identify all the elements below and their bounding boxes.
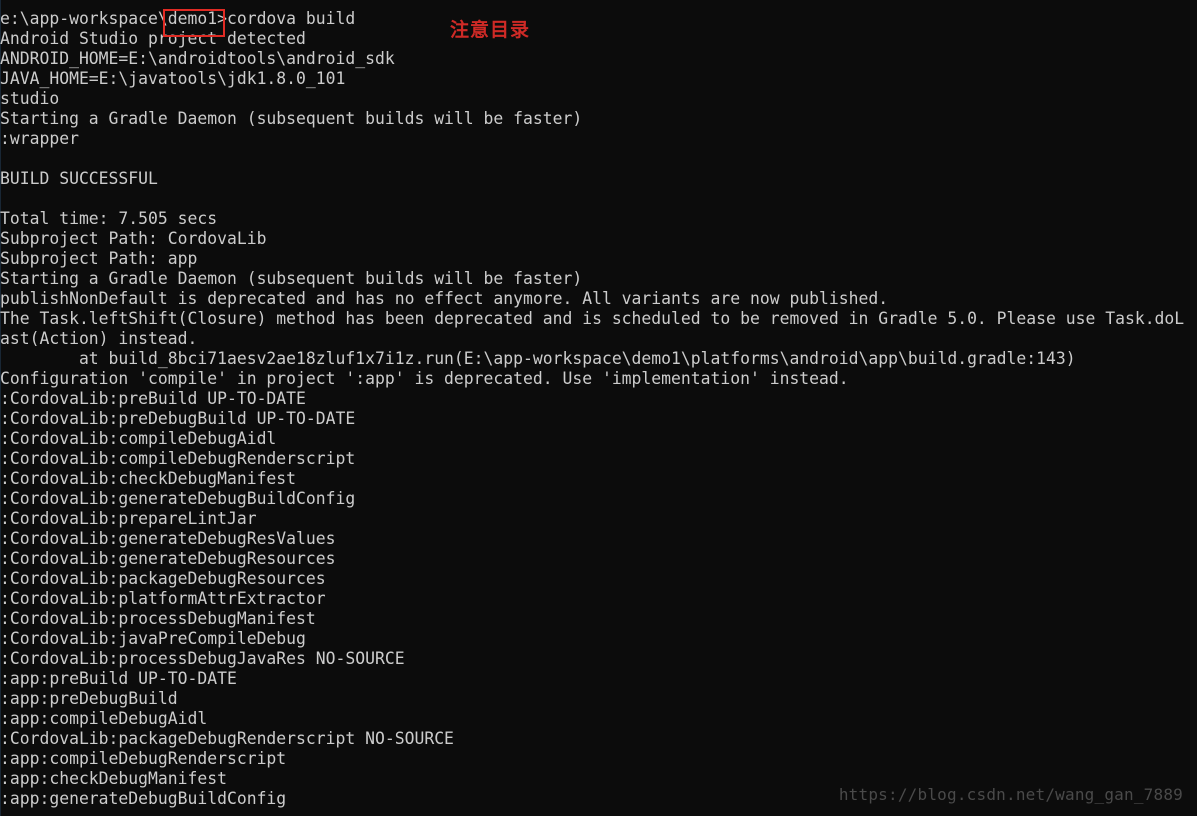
console-line: Android Studio project detected [0,29,306,48]
console-line: :app:preDebugBuild [0,689,178,708]
console-line: Total time: 7.505 secs [0,209,218,228]
console-line: ANDROID_HOME=E:\androidtools\android_sdk [0,49,395,68]
console-line: publishNonDefault is deprecated and has … [0,289,889,308]
console-line: :CordovaLib:compileDebugRenderscript [0,449,356,468]
console-line: :app:compileDebugRenderscript [0,749,287,768]
console-line: e:\app-workspace\demo1>cordova build [0,9,356,28]
console-line: :app:compileDebugAidl [0,709,208,728]
console-line: :CordovaLib:generateDebugBuildConfig [0,489,356,508]
console-line: :CordovaLib:checkDebugManifest [0,469,297,488]
console-line: Subproject Path: app [0,249,198,268]
terminal-window[interactable]: e:\app-workspace\demo1>cordova build Andr… [0,0,1197,816]
console-line: :CordovaLib:preBuild UP-TO-DATE [0,389,306,408]
console-line: :CordovaLib:javaPreCompileDebug [0,629,306,648]
console-line: The Task.leftShift(Closure) method has b… [0,309,1185,328]
console-line: studio [0,89,60,108]
console-line: Starting a Gradle Daemon (subsequent bui… [0,269,583,288]
console-line: Starting a Gradle Daemon (subsequent bui… [0,109,583,128]
console-line: JAVA_HOME=E:\javatools\jdk1.8.0_101 [0,69,346,88]
console-line: :CordovaLib:compileDebugAidl [0,429,277,448]
console-line: :CordovaLib:preDebugBuild UP-TO-DATE [0,409,356,428]
console-line: :CordovaLib:platformAttrExtractor [0,589,326,608]
blog-watermark: https://blog.csdn.net/wang_gan_7889 [838,785,1183,804]
console-line: :CordovaLib:processDebugJavaRes NO-SOURC… [0,649,405,668]
console-line: :CordovaLib:processDebugManifest [0,609,316,628]
console-line: :CordovaLib:generateDebugResources [0,549,336,568]
console-line: at build_8bci71aesv2ae18zluf1x7i1z.run(E… [0,349,1076,368]
console-output: e:\app-workspace\demo1>cordova build Andr… [0,9,1197,809]
console-line: :CordovaLib:prepareLintJar [0,509,257,528]
console-line: :CordovaLib:packageDebugRenderscript NO-… [0,729,454,748]
console-line: :wrapper [0,129,79,148]
console-line: :CordovaLib:generateDebugResValues [0,529,336,548]
console-line: :app:preBuild UP-TO-DATE [0,669,237,688]
console-line: ast(Action) instead. [0,329,198,348]
console-line: BUILD SUCCESSFUL [0,169,158,188]
console-line: Configuration 'compile' in project ':app… [0,369,849,388]
console-line: :CordovaLib:packageDebugResources [0,569,326,588]
annotation-note-text: 注意目录 [450,19,531,41]
console-line: Subproject Path: CordovaLib [0,229,267,248]
